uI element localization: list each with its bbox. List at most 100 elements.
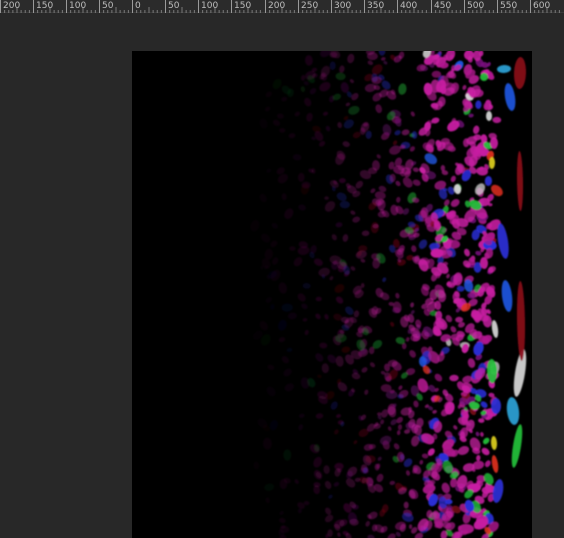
cell-nucleus [319,81,331,92]
cell-nucleus [265,297,272,303]
cell-nucleus [303,81,309,86]
cell-nucleus [284,208,294,220]
cell-nucleus [413,400,419,408]
cell-nucleus [335,355,344,367]
cell-nucleus [293,257,303,267]
cell-nucleus [395,531,401,537]
cell-nucleus [301,303,308,310]
cell-nucleus [270,240,278,248]
cell-nucleus [264,106,271,112]
cell-nucleus [380,419,385,425]
cell-nucleus [345,306,354,315]
cell-nucleus [516,151,524,211]
horizontal-ruler[interactable]: 200 150 100 50 0 50 100 150 200 250 300 350 400 450 50… [0,0,564,13]
cell-nucleus [283,368,292,377]
cell-nucleus [469,437,481,451]
cell-nucleus [412,167,419,172]
cell-nucleus [278,319,287,331]
cell-nucleus [324,196,329,200]
cell-nucleus [415,319,422,328]
cell-nucleus [491,455,499,473]
cell-nucleus [300,86,306,93]
cell-nucleus [324,313,329,320]
cell-nucleus [365,130,372,139]
cell-nucleus [389,480,396,486]
cell-nucleus [364,389,369,395]
cell-nucleus [383,60,388,65]
cell-nucleus [335,222,343,228]
ruler-label: 500 [467,1,484,11]
cell-nucleus [345,102,351,107]
cell-nucleus [339,178,346,184]
ruler-ticks: 200 150 100 50 0 50 100 150 200 250 300 350 400 450 50… [0,0,560,13]
ruler-label: 350 [367,1,384,11]
cell-nucleus [360,258,366,263]
cell-nucleus [317,374,322,378]
cell-nucleus [393,443,400,450]
cell-nucleus [294,111,300,117]
cell-nucleus [288,133,296,139]
cell-nucleus [304,329,309,336]
cell-nucleus [408,524,413,529]
ruler-label: 0 [135,1,141,11]
cell-nucleus [416,64,426,72]
cell-nucleus [259,320,268,331]
cell-nucleus [315,296,322,302]
cell-nucleus [450,199,460,207]
cell-nucleus [441,482,451,494]
cell-nucleus [292,154,302,161]
cell-nucleus [398,83,407,95]
ruler-label: 300 [334,1,351,11]
cell-nucleus [335,296,344,304]
cell-nucleus [304,55,313,66]
cell-nucleus [309,88,317,95]
cell-nucleus [492,116,502,124]
cell-nucleus [337,122,343,129]
cell-nucleus [392,140,398,146]
cell-nucleus [434,373,443,382]
cell-nucleus [259,193,267,203]
document-canvas[interactable] [132,51,532,538]
cell-nucleus [297,508,302,514]
cell-nucleus [446,273,450,279]
cell-nucleus [304,97,312,107]
cell-nucleus [267,364,275,370]
cell-nucleus [394,130,401,136]
cell-nucleus [249,219,261,233]
cell-nucleus [387,426,392,431]
cell-nucleus [284,383,295,392]
cell-nucleus [262,437,272,450]
cell-nucleus [298,204,306,211]
cell-nucleus [478,418,485,423]
cell-nucleus [377,456,382,461]
cell-nucleus [501,280,513,312]
cell-nucleus [281,96,288,102]
cell-nucleus [266,168,272,173]
cell-nucleus [511,424,523,468]
cell-nucleus [353,310,360,318]
cell-nucleus [281,356,289,364]
cell-nucleus [351,372,361,380]
cell-nucleus [464,248,470,257]
cell-nucleus [303,500,310,506]
image-editor-workspace: 200 150 100 50 0 50 100 150 200 250 300 350 400 450 50… [0,0,564,538]
cell-nucleus [341,346,351,353]
cell-nucleus [491,398,501,414]
cell-nucleus [350,266,356,271]
cell-nucleus [271,222,278,229]
cell-nucleus [272,78,282,90]
cell-nucleus [480,401,488,409]
cell-nucleus [279,517,286,524]
cell-nucleus [315,353,324,362]
cell-nucleus [398,385,403,391]
cell-nucleus [276,113,284,119]
ruler-label: 150 [234,1,251,11]
cell-nucleus [411,245,417,253]
cell-nucleus [455,316,464,323]
cell-nucleus [475,100,482,109]
cell-nucleus [504,83,516,111]
cell-nucleus [313,258,323,266]
ruler-label: 550 [500,1,517,11]
cell-nucleus [322,111,329,116]
cell-nucleus [302,318,308,322]
